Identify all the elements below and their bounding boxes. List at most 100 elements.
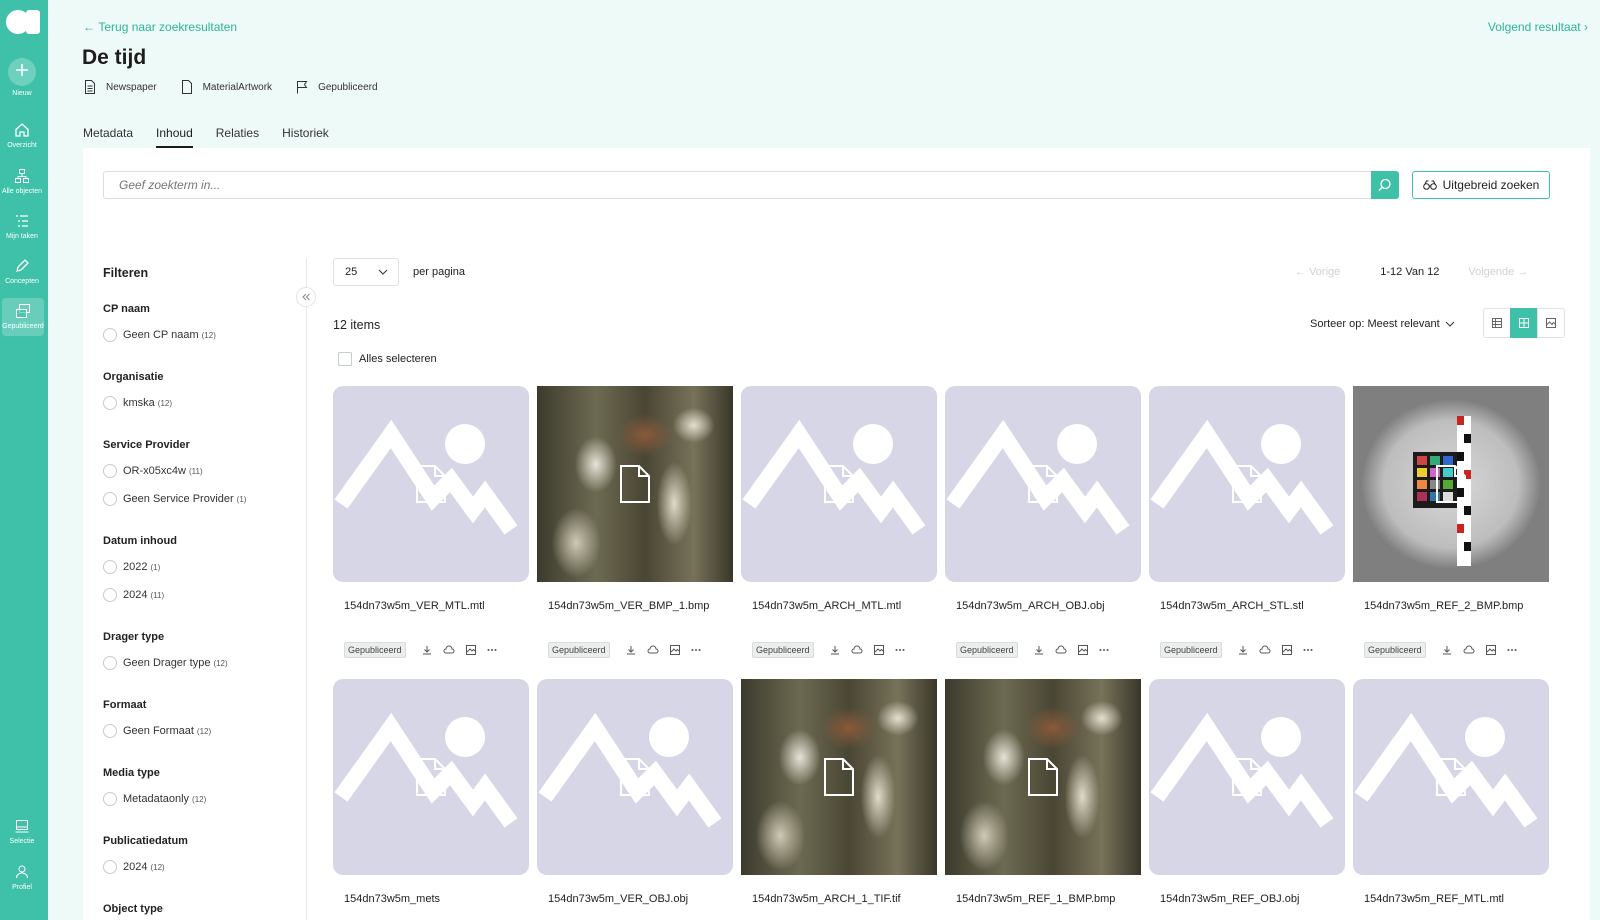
download-button[interactable] (1442, 645, 1452, 655)
result-card[interactable]: 154dn73w5m_REF_OBJ.obj (1149, 679, 1345, 905)
radio-button[interactable] (103, 860, 117, 874)
result-card[interactable]: 154dn73w5m_REF_2_BMP.bmp Gepubliceerd (1353, 386, 1549, 658)
filter-option[interactable]: Metadataonly (12) (103, 785, 293, 813)
rail-new[interactable]: Nieuw (0, 58, 44, 97)
card-filename[interactable]: 154dn73w5m_mets (344, 893, 529, 905)
tab-historiek[interactable]: Historiek (282, 126, 329, 148)
rail-item-mijn-taken[interactable]: Mijn taken (0, 213, 44, 240)
filter-option[interactable]: Geen Service Provider (1) (103, 485, 293, 513)
search-input[interactable] (103, 171, 1371, 199)
prev-page-button[interactable]: ← Vorige (1295, 266, 1340, 278)
filter-option[interactable]: Geen Drager type (12) (103, 649, 293, 677)
preview-button[interactable] (1077, 645, 1088, 655)
preview-button[interactable] (1281, 645, 1292, 655)
download-button[interactable] (626, 645, 636, 655)
card-filename[interactable]: 154dn73w5m_REF_2_BMP.bmp (1364, 600, 1549, 612)
radio-button[interactable] (103, 724, 117, 738)
more-options-button[interactable] (1303, 648, 1313, 652)
card-thumbnail[interactable] (945, 386, 1141, 582)
radio-button[interactable] (103, 328, 117, 342)
tab-metadata[interactable]: Metadata (83, 126, 133, 148)
result-card[interactable]: 154dn73w5m_VER_OBJ.obj (537, 679, 733, 905)
rail-item-gepubliceerd[interactable]: Gepubliceerd (2, 298, 44, 336)
result-card[interactable]: 154dn73w5m_mets (333, 679, 529, 905)
rail-item-selectie[interactable]: Selectie (0, 818, 44, 845)
card-filename[interactable]: 154dn73w5m_REF_OBJ.obj (1160, 893, 1345, 905)
card-thumbnail[interactable] (333, 386, 529, 582)
filter-option[interactable]: Geen Formaat (12) (103, 717, 293, 745)
result-card[interactable]: 154dn73w5m_ARCH_OBJ.obj Gepubliceerd (945, 386, 1141, 658)
filter-option[interactable]: 2022 (1) (103, 553, 293, 581)
card-filename[interactable]: 154dn73w5m_REF_MTL.mtl (1364, 893, 1549, 905)
rail-item-alle-objecten[interactable]: Alle objecten (0, 168, 44, 195)
checkbox[interactable] (338, 352, 352, 366)
card-thumbnail[interactable] (1149, 386, 1345, 582)
preview-button[interactable] (465, 645, 476, 655)
card-thumbnail[interactable] (537, 679, 733, 875)
cloud-button[interactable] (851, 645, 863, 655)
radio-button[interactable] (103, 492, 117, 506)
more-options-button[interactable] (1099, 648, 1109, 652)
card-thumbnail[interactable] (741, 386, 937, 582)
back-to-results-link[interactable]: ← Terug naar zoekresultaten (83, 20, 237, 34)
result-card[interactable]: 154dn73w5m_ARCH_STL.stl Gepubliceerd (1149, 386, 1345, 658)
radio-button[interactable] (103, 656, 117, 670)
search-button[interactable] (1371, 171, 1399, 199)
card-thumbnail[interactable] (1149, 679, 1345, 875)
radio-button[interactable] (103, 560, 117, 574)
result-card[interactable]: 154dn73w5m_ARCH_1_TIF.tif (741, 679, 937, 905)
card-thumbnail[interactable] (1353, 386, 1549, 582)
more-options-button[interactable] (1507, 648, 1517, 652)
rail-item-concepten[interactable]: Concepten (0, 258, 44, 285)
cloud-button[interactable] (443, 645, 455, 655)
filter-option[interactable]: Geen CP naam (12) (103, 321, 293, 349)
filter-option[interactable]: 2024 (12) (103, 853, 293, 881)
download-button[interactable] (422, 645, 432, 655)
preview-button[interactable] (1485, 645, 1496, 655)
radio-button[interactable] (103, 792, 117, 806)
card-thumbnail[interactable] (1353, 679, 1549, 875)
cloud-button[interactable] (1055, 645, 1067, 655)
card-thumbnail[interactable] (945, 679, 1141, 875)
result-card[interactable]: 154dn73w5m_REF_MTL.mtl (1353, 679, 1549, 905)
select-all-checkbox[interactable]: Alles selecteren (338, 352, 437, 366)
more-options-button[interactable] (487, 648, 497, 652)
card-filename[interactable]: 154dn73w5m_ARCH_MTL.mtl (752, 600, 937, 612)
card-filename[interactable]: 154dn73w5m_VER_BMP_1.bmp (548, 600, 733, 612)
cloud-button[interactable] (1463, 645, 1475, 655)
radio-button[interactable] (103, 588, 117, 602)
card-thumbnail[interactable] (741, 679, 937, 875)
tab-relaties[interactable]: Relaties (216, 126, 259, 148)
more-options-button[interactable] (895, 648, 905, 652)
card-filename[interactable]: 154dn73w5m_ARCH_1_TIF.tif (752, 893, 937, 905)
next-page-button[interactable]: Volgende → (1468, 266, 1528, 278)
filter-option[interactable]: OR-x05xc4w (11) (103, 457, 293, 485)
rail-item-overzicht[interactable]: Overzicht (0, 122, 44, 149)
download-button[interactable] (830, 645, 840, 655)
next-result-link[interactable]: Volgend resultaat › (1488, 20, 1588, 34)
result-card[interactable]: 154dn73w5m_VER_BMP_1.bmp Gepubliceerd (537, 386, 733, 658)
preview-button[interactable] (873, 645, 884, 655)
download-button[interactable] (1238, 645, 1248, 655)
app-logo[interactable] (6, 10, 42, 34)
card-filename[interactable]: 154dn73w5m_ARCH_OBJ.obj (956, 600, 1141, 612)
download-button[interactable] (1034, 645, 1044, 655)
more-options-button[interactable] (691, 648, 701, 652)
gallery-view-button[interactable] (1537, 308, 1565, 338)
filter-option[interactable]: kmska (12) (103, 389, 293, 417)
card-filename[interactable]: 154dn73w5m_VER_OBJ.obj (548, 893, 733, 905)
sort-dropdown[interactable]: Sorteer op: Meest relevant (1310, 318, 1455, 330)
card-thumbnail[interactable] (333, 679, 529, 875)
preview-button[interactable] (669, 645, 680, 655)
card-filename[interactable]: 154dn73w5m_VER_MTL.mtl (344, 600, 529, 612)
card-filename[interactable]: 154dn73w5m_ARCH_STL.stl (1160, 600, 1345, 612)
card-thumbnail[interactable] (537, 386, 733, 582)
radio-button[interactable] (103, 464, 117, 478)
card-filename[interactable]: 154dn73w5m_REF_1_BMP.bmp (956, 893, 1141, 905)
rail-item-profiel[interactable]: Profiel (0, 864, 44, 891)
grid-view-button[interactable] (1510, 308, 1538, 338)
advanced-search-button[interactable]: Uitgebreid zoeken (1412, 171, 1550, 199)
cloud-button[interactable] (1259, 645, 1271, 655)
result-card[interactable]: 154dn73w5m_VER_MTL.mtl Gepubliceerd (333, 386, 529, 658)
filter-option[interactable]: 2024 (11) (103, 581, 293, 609)
